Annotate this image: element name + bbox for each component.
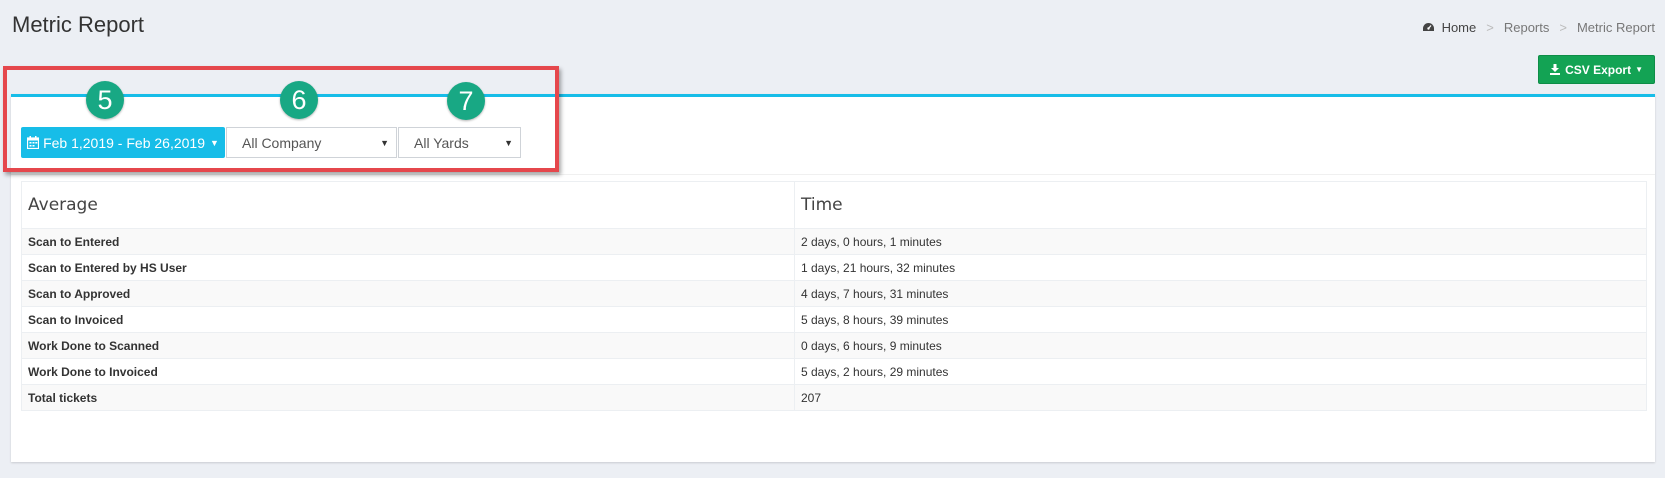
table-row: Total tickets 207 xyxy=(21,384,1647,411)
row-time: 0 days, 6 hours, 9 minutes xyxy=(794,332,1647,359)
row-time: 207 xyxy=(794,384,1647,411)
page-title: Metric Report xyxy=(12,12,145,37)
row-label: Work Done to Scanned xyxy=(21,332,795,359)
row-label: Scan to Entered xyxy=(21,228,795,255)
row-label: Scan to Approved xyxy=(21,280,795,307)
annotation-highlight-box xyxy=(3,66,559,172)
table-row: Work Done to Invoiced 5 days, 2 hours, 2… xyxy=(21,358,1647,385)
column-header-time: Time xyxy=(794,181,1647,229)
breadcrumb: Home > Reports > Metric Report xyxy=(1422,20,1655,35)
table-row: Scan to Entered 2 days, 0 hours, 1 minut… xyxy=(21,228,1647,255)
caret-down-icon: ▼ xyxy=(1635,65,1643,74)
row-label: Scan to Entered by HS User xyxy=(21,254,795,281)
row-label: Total tickets xyxy=(21,384,795,411)
breadcrumb-separator: > xyxy=(1486,20,1494,35)
breadcrumb-item-current: Metric Report xyxy=(1576,20,1655,35)
annotation-marker-5: 5 xyxy=(86,81,124,119)
row-label: Scan to Invoiced xyxy=(21,306,795,333)
csv-export-label: CSV Export xyxy=(1565,62,1632,77)
table-row: Scan to Entered by HS User 1 days, 21 ho… xyxy=(21,254,1647,281)
breadcrumb-home[interactable]: Home xyxy=(1422,20,1477,35)
breadcrumb-item-reports[interactable]: Reports xyxy=(1504,20,1550,35)
table-row: Scan to Approved 4 days, 7 hours, 31 min… xyxy=(21,280,1647,307)
breadcrumb-home-label: Home xyxy=(1441,20,1477,35)
column-header-average: Average xyxy=(21,181,795,229)
row-time: 5 days, 8 hours, 39 minutes xyxy=(794,306,1647,333)
row-time: 4 days, 7 hours, 31 minutes xyxy=(794,280,1647,307)
row-time: 2 days, 0 hours, 1 minutes xyxy=(794,228,1647,255)
row-time: 5 days, 2 hours, 29 minutes xyxy=(794,358,1647,385)
table-row: Scan to Invoiced 5 days, 8 hours, 39 min… xyxy=(21,306,1647,333)
metrics-table: Average Time Scan to Entered 2 days, 0 h… xyxy=(21,181,1647,411)
csv-export-button[interactable]: CSV Export ▼ xyxy=(1538,55,1655,84)
download-icon xyxy=(1550,64,1561,75)
table-header-row: Average Time xyxy=(21,181,1647,229)
table-row: Work Done to Scanned 0 days, 6 hours, 9 … xyxy=(21,332,1647,359)
annotation-marker-7: 7 xyxy=(447,82,485,120)
row-time: 1 days, 21 hours, 32 minutes xyxy=(794,254,1647,281)
row-label: Work Done to Invoiced xyxy=(21,358,795,385)
dashboard-icon xyxy=(1422,22,1442,33)
breadcrumb-separator: > xyxy=(1559,20,1567,35)
annotation-marker-6: 6 xyxy=(280,81,318,119)
